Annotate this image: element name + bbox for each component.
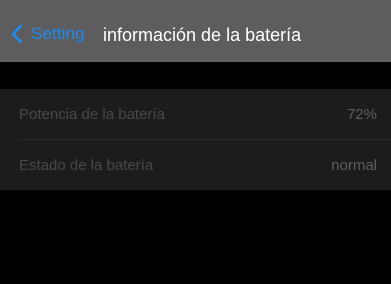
battery-power-value: 72%: [346, 106, 377, 123]
chevron-left-icon: [11, 24, 23, 44]
navigation-bar: Setting información de la batería: [0, 0, 391, 62]
page-title: información de la batería: [103, 25, 302, 45]
back-button-label: Setting: [31, 24, 85, 43]
battery-status-value: normal: [331, 157, 377, 174]
battery-power-label: Potencia de la batería: [19, 106, 165, 123]
battery-info-screen: Setting información de la batería Potenc…: [0, 0, 391, 284]
back-button[interactable]: Setting: [11, 21, 85, 47]
list-item-battery-power: Potencia de la batería 72%: [0, 89, 391, 140]
battery-status-label: Estado de la batería: [19, 157, 154, 174]
battery-info-list: Potencia de la batería 72% Estado de la …: [0, 89, 391, 190]
list-item-battery-status: Estado de la batería normal: [0, 140, 391, 190]
section-spacer: [0, 62, 391, 89]
